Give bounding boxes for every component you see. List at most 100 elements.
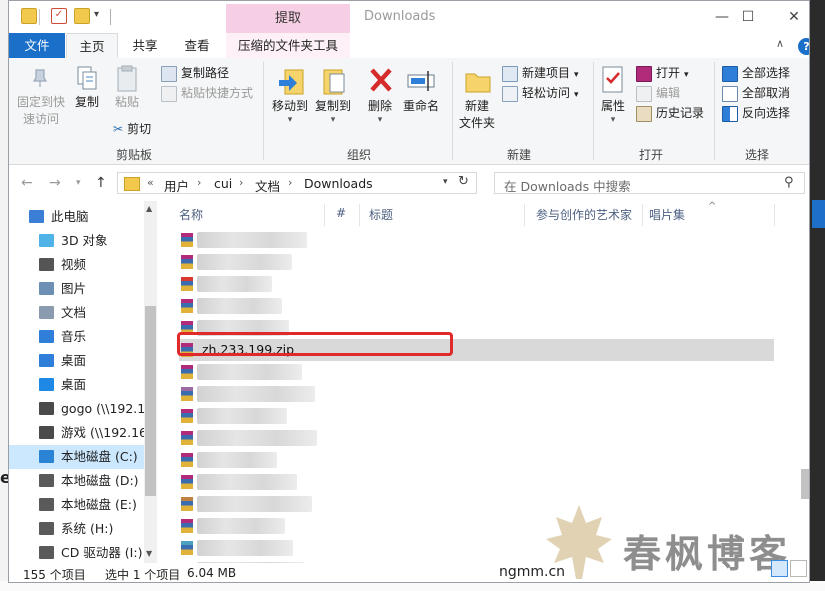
copy-button[interactable]: 复制 (71, 64, 103, 111)
nav-item[interactable]: 桌面 (9, 373, 144, 397)
back-arrow-icon[interactable]: ← (21, 175, 33, 191)
nav-item-label: 此电脑 (51, 209, 89, 224)
scrollbar-thumb[interactable] (801, 469, 809, 499)
breadcrumb-users[interactable]: 用户 (164, 176, 189, 195)
nav-item[interactable]: 文档 (9, 301, 144, 325)
paste-shortcut-button[interactable]: 粘贴快捷方式 (161, 83, 253, 103)
navigation-scrollbar[interactable]: ▲ ▼ (144, 201, 157, 563)
nav-item[interactable]: 系统 (H:) (9, 517, 144, 541)
nav-item[interactable]: 视频 (9, 253, 144, 277)
file-row[interactable] (179, 383, 774, 405)
invert-selection-button[interactable]: 反向选择 (722, 103, 790, 123)
file-row[interactable] (179, 471, 774, 493)
file-row[interactable] (179, 493, 774, 515)
nav-item[interactable]: 图片 (9, 277, 144, 301)
tab-extract[interactable]: 提取 (226, 4, 350, 33)
scroll-up-icon[interactable]: ▲ (146, 204, 152, 213)
column-divider[interactable] (642, 204, 643, 226)
drive-c-icon (39, 450, 54, 463)
copy-to-button[interactable]: 复制到 ▾ (312, 64, 354, 125)
navigation-bar: ← → ▾ ↑ « 用户 › cui › 文档 › Downloads ▾ ↻ … (9, 165, 809, 201)
tab-view[interactable]: 查看 (173, 33, 221, 58)
nav-item[interactable]: CD 驱动器 (I:) (9, 541, 144, 563)
nav-item[interactable]: 本地磁盘 (E:) (9, 493, 144, 517)
column-header-title[interactable]: 标题 (369, 206, 393, 223)
column-divider[interactable] (359, 204, 360, 226)
breadcrumb-separator-icon[interactable]: › (239, 176, 243, 189)
nav-item[interactable]: 音乐 (9, 325, 144, 349)
search-icon[interactable]: ⚲ (784, 175, 794, 190)
tab-share[interactable]: 共享 (121, 33, 169, 58)
large-icons-view-icon[interactable] (790, 560, 807, 577)
file-row[interactable] (179, 251, 774, 273)
details-view-icon[interactable] (771, 560, 788, 577)
column-header-number[interactable]: # (336, 206, 346, 220)
select-none-button[interactable]: 全部取消 (722, 83, 790, 103)
select-all-button[interactable]: 全部选择 (722, 63, 790, 83)
search-box[interactable]: 在 Downloads 中搜索 ⚲ (494, 172, 805, 194)
nav-item[interactable]: 此电脑 (9, 205, 144, 229)
nav-item[interactable]: 3D 对象 (9, 229, 144, 253)
nav-item[interactable]: 桌面 (9, 349, 144, 373)
breadcrumb-cui[interactable]: cui (214, 176, 232, 191)
column-header-album[interactable]: 唱片集 (649, 206, 685, 223)
new-folder-button[interactable]: 新建 文件夹 (455, 64, 499, 132)
close-button[interactable]: ✕ (771, 3, 809, 31)
column-header-contributing-artists[interactable]: 参与创作的艺术家 (536, 206, 632, 223)
file-row[interactable] (179, 405, 774, 427)
up-arrow-icon[interactable]: ↑ (95, 175, 107, 191)
nav-item[interactable]: gogo (\\192.1 (9, 397, 144, 421)
maximize-button[interactable]: ☐ (725, 3, 771, 31)
tab-home[interactable]: 主页 (66, 33, 118, 58)
move-to-button[interactable]: 移动到 ▾ (269, 64, 311, 125)
breadcrumb-downloads[interactable]: Downloads (304, 176, 373, 191)
tab-compressed-folder-tools[interactable]: 压缩的文件夹工具 (226, 33, 350, 58)
rename-button[interactable]: 重命名 (401, 64, 441, 115)
new-item-button[interactable]: 新建项目 ▾ (502, 63, 579, 83)
nav-item[interactable]: 本地磁盘 (C:) (9, 445, 144, 469)
file-row[interactable] (179, 229, 774, 251)
copy-path-button[interactable]: 复制路径 (161, 63, 253, 83)
properties-icon[interactable]: ✓ (51, 8, 67, 24)
recent-locations-chevron-icon[interactable]: ▾ (76, 178, 81, 188)
breadcrumb-documents[interactable]: 文档 (255, 176, 280, 195)
column-divider[interactable] (774, 204, 775, 226)
forward-arrow-icon[interactable]: → (49, 175, 61, 191)
file-row[interactable] (179, 427, 774, 449)
open-button[interactable]: 打开 ▾ (636, 63, 704, 83)
delete-button[interactable]: 删除 ▾ (364, 64, 396, 125)
scrollbar-thumb[interactable] (145, 306, 156, 496)
file-row[interactable] (179, 449, 774, 471)
file-row[interactable] (179, 273, 774, 295)
film-icon (39, 258, 54, 271)
breadcrumb-prefix[interactable]: « (147, 176, 154, 189)
new-folder-icon[interactable] (74, 8, 90, 24)
cut-button[interactable]: ✂ 剪切 (113, 119, 151, 139)
paste-button[interactable]: 粘贴 (111, 64, 143, 111)
file-list-scrollbar[interactable] (801, 201, 809, 563)
address-dropdown-icon[interactable]: ▾ (443, 177, 448, 187)
file-row[interactable] (179, 295, 774, 317)
history-button[interactable]: 历史记录 (636, 103, 704, 123)
easy-access-button[interactable]: 轻松访问 ▾ (502, 83, 579, 103)
watermark-text: 春枫博客 (623, 531, 792, 576)
help-icon[interactable]: ? (798, 38, 809, 55)
folder-icon[interactable] (21, 8, 37, 24)
address-bar[interactable]: « 用户 › cui › 文档 › Downloads ▾ ↻ (117, 172, 477, 194)
nav-item[interactable]: 本地磁盘 (D:) (9, 469, 144, 493)
collapse-ribbon-icon[interactable]: ∧ (776, 37, 784, 50)
edit-button[interactable]: 编辑 (636, 83, 704, 103)
breadcrumb-separator-icon[interactable]: › (288, 176, 292, 189)
chevron-down-icon[interactable]: ▾ (94, 9, 99, 20)
breadcrumb-separator-icon[interactable]: › (197, 176, 201, 189)
column-divider[interactable] (524, 204, 525, 226)
column-divider[interactable] (324, 204, 325, 226)
tab-file[interactable]: 文件 (9, 33, 65, 58)
pin-quick-access-button[interactable]: 固定到快 速访问 (13, 64, 69, 128)
refresh-icon[interactable]: ↻ (458, 174, 469, 189)
file-row[interactable] (179, 361, 774, 383)
column-header-name[interactable]: 名称 (179, 206, 203, 223)
nav-item[interactable]: 游戏 (\\192.16 (9, 421, 144, 445)
properties-button[interactable]: 属性 ▾ (596, 64, 630, 125)
scroll-down-icon[interactable]: ▼ (146, 549, 152, 558)
